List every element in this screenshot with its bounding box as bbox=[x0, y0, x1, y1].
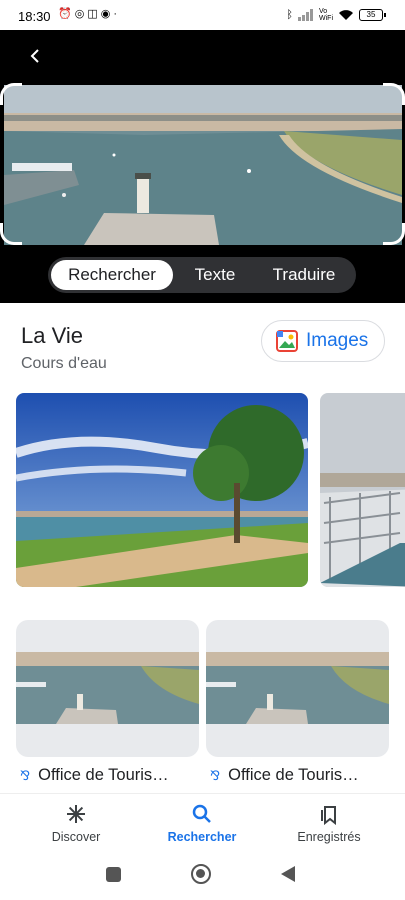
query-photo bbox=[4, 85, 402, 245]
bookmarks-icon bbox=[269, 802, 389, 826]
bridge-photo bbox=[320, 393, 405, 587]
bottom-navigation: Discover Rechercher Enregistrés bbox=[0, 793, 405, 853]
nav-discover[interactable]: Discover bbox=[16, 802, 136, 844]
signal-icon bbox=[298, 9, 313, 21]
card-1-source-label: Office de Touris… bbox=[38, 766, 169, 784]
card-1-photo bbox=[16, 652, 199, 724]
lens-viewer: Rechercher Texte Traduire bbox=[0, 30, 405, 303]
nav-enregistres[interactable]: Enregistrés bbox=[269, 802, 389, 844]
card-2-photo bbox=[206, 652, 389, 724]
clock: 18:30 bbox=[18, 9, 51, 24]
notification-icons: ⏰ ◎ ◫ ◉ · bbox=[58, 8, 117, 20]
harbour-photo bbox=[4, 85, 402, 245]
card-1-source[interactable]: ⅋ Office de Touris… bbox=[20, 766, 169, 785]
asterisk-icon bbox=[16, 802, 136, 826]
chevron-left-icon bbox=[30, 49, 39, 63]
site-favicon-icon: ⅋ bbox=[20, 767, 31, 783]
tab-traduire[interactable]: Traduire bbox=[257, 260, 351, 290]
search-icon bbox=[142, 802, 262, 826]
system-back-button[interactable] bbox=[281, 866, 295, 882]
chrome-icon: ◉ bbox=[100, 8, 111, 20]
card-2-source[interactable]: ⅋ Office de Touris… bbox=[210, 766, 359, 785]
entity-title: La Vie bbox=[21, 323, 83, 348]
results-sheet: La Vie Cours d'eau Images ⅋ Office de To… bbox=[0, 303, 405, 793]
result-image-2[interactable] bbox=[320, 393, 405, 587]
status-bar: 18:30 ⏰ ◎ ◫ ◉ · ᛒ Vo WiFi 35 bbox=[0, 0, 405, 30]
nav-discover-label: Discover bbox=[51, 830, 101, 844]
system-icons: ᛒ Vo WiFi 35 bbox=[286, 8, 386, 22]
tab-texte[interactable]: Texte bbox=[173, 260, 257, 290]
image-icon bbox=[276, 330, 298, 352]
recents-button[interactable] bbox=[106, 867, 121, 882]
system-navigation bbox=[0, 853, 405, 900]
coast-photo bbox=[16, 393, 308, 587]
home-button[interactable] bbox=[191, 864, 211, 884]
result-card-2[interactable] bbox=[206, 620, 389, 757]
result-image-1[interactable] bbox=[16, 393, 308, 587]
alarm-icon: ⏰ bbox=[58, 8, 72, 20]
instagram-icon: ◫ bbox=[87, 8, 98, 20]
vowifi-label: Vo WiFi bbox=[319, 8, 333, 22]
site-favicon-icon: ⅋ bbox=[210, 767, 221, 783]
mode-switcher: Rechercher Texte Traduire bbox=[48, 257, 356, 293]
card-2-source-label: Office de Touris… bbox=[228, 766, 359, 784]
wifi-icon bbox=[339, 10, 353, 20]
tab-rechercher[interactable]: Rechercher bbox=[51, 260, 173, 290]
nav-rechercher-label: Rechercher bbox=[167, 830, 237, 844]
whatsapp-icon: ◎ bbox=[74, 8, 85, 20]
result-card-1[interactable] bbox=[16, 620, 199, 757]
battery-icon: 35 bbox=[359, 9, 386, 21]
crop-corner-top-left[interactable] bbox=[0, 83, 22, 105]
nav-rechercher[interactable]: Rechercher bbox=[142, 802, 262, 844]
nav-enregistres-label: Enregistrés bbox=[297, 830, 361, 844]
images-button[interactable]: Images bbox=[261, 320, 385, 362]
entity-subtitle: Cours d'eau bbox=[21, 355, 107, 372]
more-notifications-icon: · bbox=[113, 8, 117, 20]
bluetooth-icon: ᛒ bbox=[286, 9, 293, 21]
back-button[interactable] bbox=[24, 44, 48, 68]
images-button-label: Images bbox=[306, 330, 369, 351]
